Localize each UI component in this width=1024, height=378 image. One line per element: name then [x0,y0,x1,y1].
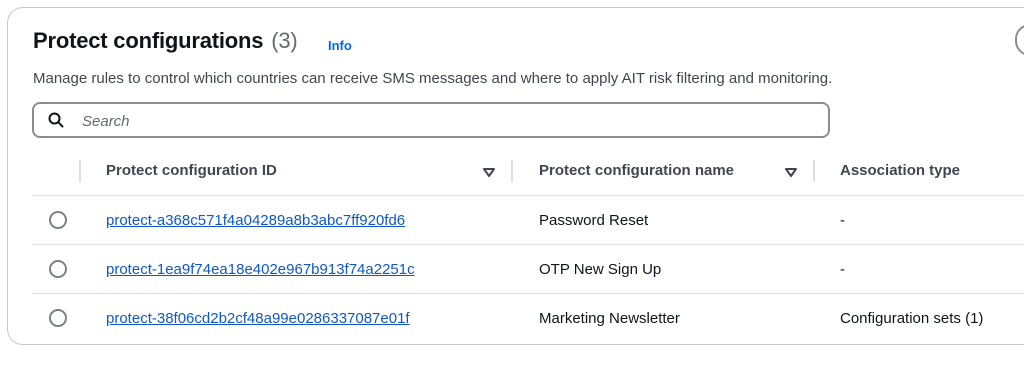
page-description: Manage rules to control which countries … [33,70,833,87]
column-header-association[interactable]: Association type [840,162,960,179]
search-input[interactable] [80,110,784,132]
configuration-id-link[interactable]: protect-a368c571f4a04289a8b3abc7ff920fd6 [106,212,405,229]
column-header-name[interactable]: Protect configuration name [539,162,734,179]
page-title: Protect configurations (3) [33,28,298,54]
association-type: - [840,261,845,278]
search-box[interactable] [32,102,830,138]
configuration-name: Marketing Newsletter [539,310,680,327]
configuration-name: OTP New Sign Up [539,261,662,278]
column-separator[interactable] [511,160,513,182]
protect-configurations-table: Protect configuration ID Protect configu… [32,150,1024,342]
table-row[interactable]: protect-1ea9f74ea18e402e967b913f74a2251c… [32,245,1024,294]
search-icon [48,112,64,133]
title-count: (3) [271,28,298,53]
configuration-id-link[interactable]: protect-38f06cd2b2cf48a99e0286337087e01f [106,310,410,327]
association-type: Configuration sets (1) [840,310,984,327]
row-radio[interactable] [49,309,67,327]
table-row[interactable]: protect-a368c571f4a04289a8b3abc7ff920fd6… [32,196,1024,245]
info-link[interactable]: Info [328,38,352,53]
configuration-id-link[interactable]: protect-1ea9f74ea18e402e967b913f74a2251c [106,261,415,278]
column-header-id[interactable]: Protect configuration ID [106,162,277,179]
row-radio[interactable] [49,211,67,229]
sort-down-icon[interactable] [483,165,495,183]
association-type: - [840,212,845,229]
table-header: Protect configuration ID Protect configu… [32,150,1024,196]
configuration-name: Password Reset [539,212,649,229]
row-radio[interactable] [49,260,67,278]
sort-down-icon[interactable] [785,165,797,183]
column-separator[interactable] [813,160,815,182]
table-row[interactable]: protect-38f06cd2b2cf48a99e0286337087e01f… [32,294,1024,342]
title-text: Protect configurations [33,28,264,53]
column-separator[interactable] [79,160,81,182]
